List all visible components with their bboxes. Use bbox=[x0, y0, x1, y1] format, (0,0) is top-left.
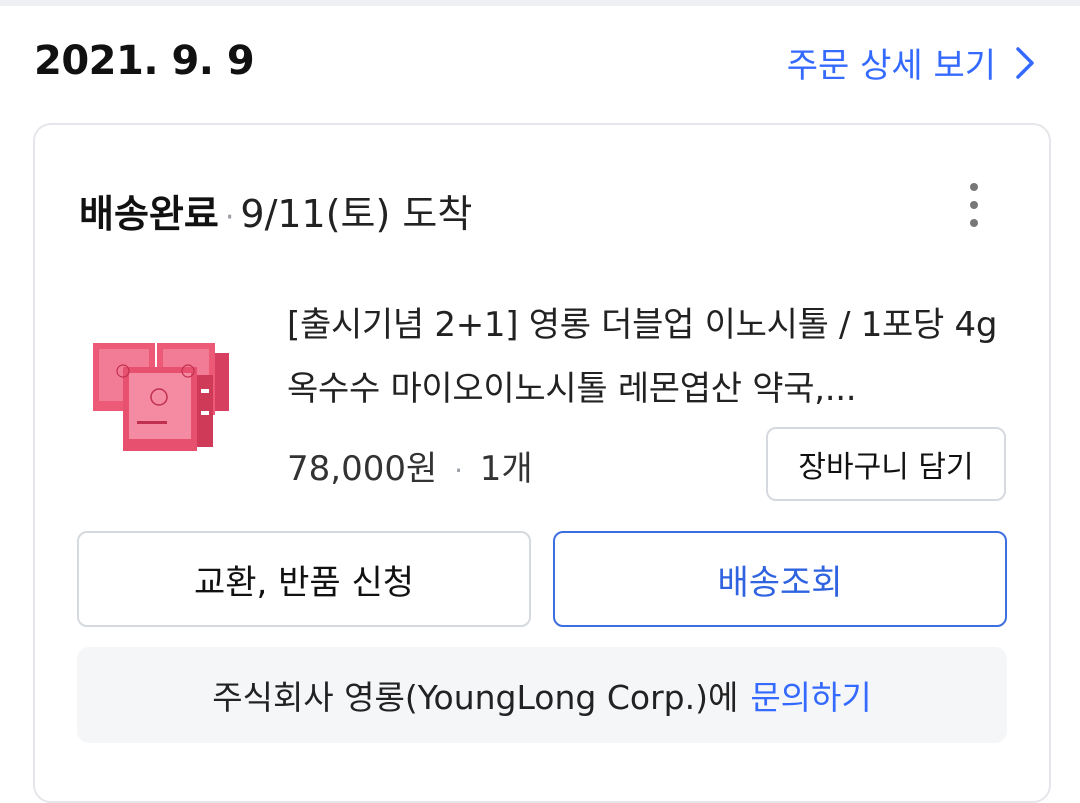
status-separator: · bbox=[224, 200, 235, 235]
arrival-date: 9/11(토) 도착 bbox=[240, 192, 473, 236]
order-date: 2021. 9. 9 bbox=[34, 38, 255, 84]
exchange-return-button[interactable]: 교환, 반품 신청 bbox=[77, 531, 531, 627]
chevron-right-icon bbox=[1016, 46, 1034, 79]
seller-inquiry: 주식회사 영롱(YoungLong Corp.)에 문의하기 bbox=[77, 647, 1007, 743]
product-name[interactable]: [출시기념 2+1] 영롱 더블업 이노시톨 / 1포당 4g 옥수수 마이오이… bbox=[287, 293, 1007, 421]
shipment-status: 배송완료 · 9/11(토) 도착 bbox=[79, 183, 472, 238]
add-to-cart-button[interactable]: 장바구니 담기 bbox=[766, 427, 1006, 501]
product-quantity: 1개 bbox=[479, 449, 533, 489]
order-detail-link[interactable]: 주문 상세 보기 bbox=[787, 38, 1036, 87]
order-card: 배송완료 · 9/11(토) 도착 [출시기념 2+1] 영롱 더블업 이노시톨… bbox=[33, 123, 1051, 803]
delivery-tracking-button[interactable]: 배송조회 bbox=[553, 531, 1007, 627]
inquiry-link[interactable]: 문의하기 bbox=[750, 671, 871, 719]
order-detail-link-label: 주문 상세 보기 bbox=[786, 46, 996, 86]
price-separator: · bbox=[454, 454, 463, 487]
shipment-status-label: 배송완료 bbox=[79, 192, 219, 236]
top-divider bbox=[0, 0, 1080, 6]
price-quantity: 78,000원 · 1개 bbox=[287, 441, 533, 490]
seller-name-text: 주식회사 영롱(YoungLong Corp.)에 bbox=[212, 678, 739, 717]
product-thumbnail[interactable] bbox=[93, 335, 239, 453]
product-price: 78,000원 bbox=[287, 449, 438, 489]
more-options-icon[interactable] bbox=[959, 183, 989, 227]
